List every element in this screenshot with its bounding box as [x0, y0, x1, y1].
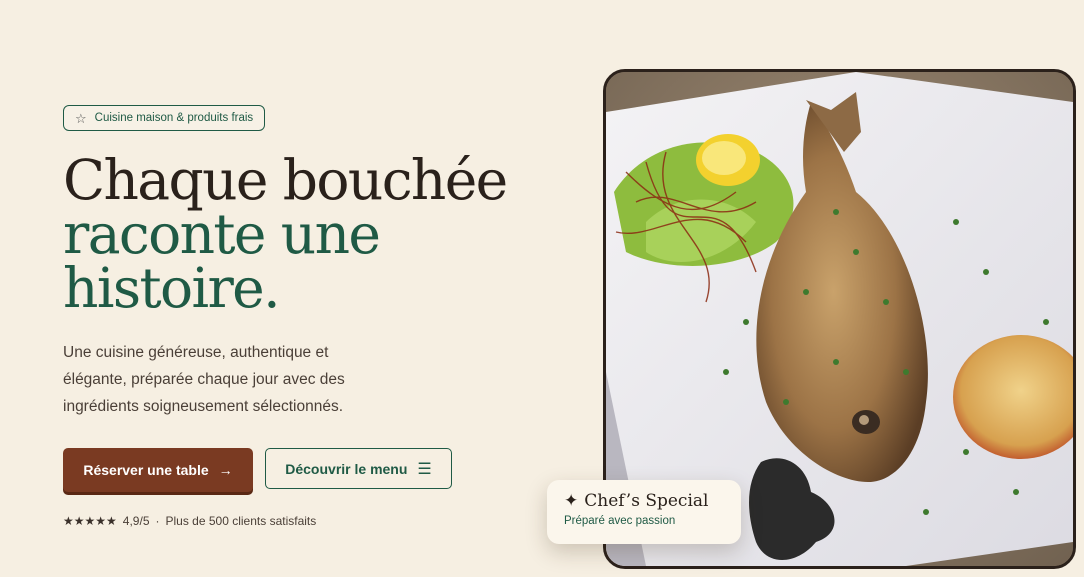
discover-menu-label: Découvrir le menu [285, 460, 408, 477]
arrow-right-icon: → [218, 462, 233, 478]
rating-text: Plus de 500 clients satisfaits [165, 514, 317, 528]
headline-line-1: Chaque bouchée [63, 148, 508, 212]
chef-special-title: ✦ Chef’s Special [564, 491, 741, 511]
discover-menu-button[interactable]: Découvrir le menu ☰ [265, 448, 452, 489]
rating-summary: ★★★★★ 4,9/5 · Plus de 500 clients satisf… [63, 514, 543, 528]
chef-special-label: Chef’s Special [584, 491, 709, 511]
chef-special-card: ✦ Chef’s Special Préparé avec passion [547, 480, 741, 544]
menu-lines-icon: ☰ [417, 460, 432, 478]
hero-headline: Chaque bouchée raconte une histoire. [63, 148, 543, 320]
sparkle-icon: ✦ [564, 491, 579, 511]
feature-badge: ☆ Cuisine maison & produits frais [63, 105, 266, 131]
rating-separator: · [155, 514, 160, 528]
headline-line-2: raconte une [63, 202, 381, 266]
hero-description: Une cuisine généreuse, authentique et él… [63, 344, 345, 415]
reserve-table-button[interactable]: Réserver une table → [63, 448, 253, 492]
headline-line-3: histoire. [63, 256, 281, 320]
hero-actions: Réserver une table → Découvrir le menu ☰ [63, 448, 543, 492]
rating-stars: ★★★★★ [63, 514, 117, 528]
hero-content: ☆ Cuisine maison & produits frais Chaque… [63, 105, 543, 528]
chef-special-subtitle: Préparé avec passion [564, 515, 676, 527]
reserve-table-label: Réserver une table [83, 462, 209, 478]
rating-score: 4,9/5 [122, 514, 150, 528]
badge-text: Cuisine maison & produits frais [94, 112, 254, 124]
star-outline-icon: ☆ [75, 110, 87, 126]
